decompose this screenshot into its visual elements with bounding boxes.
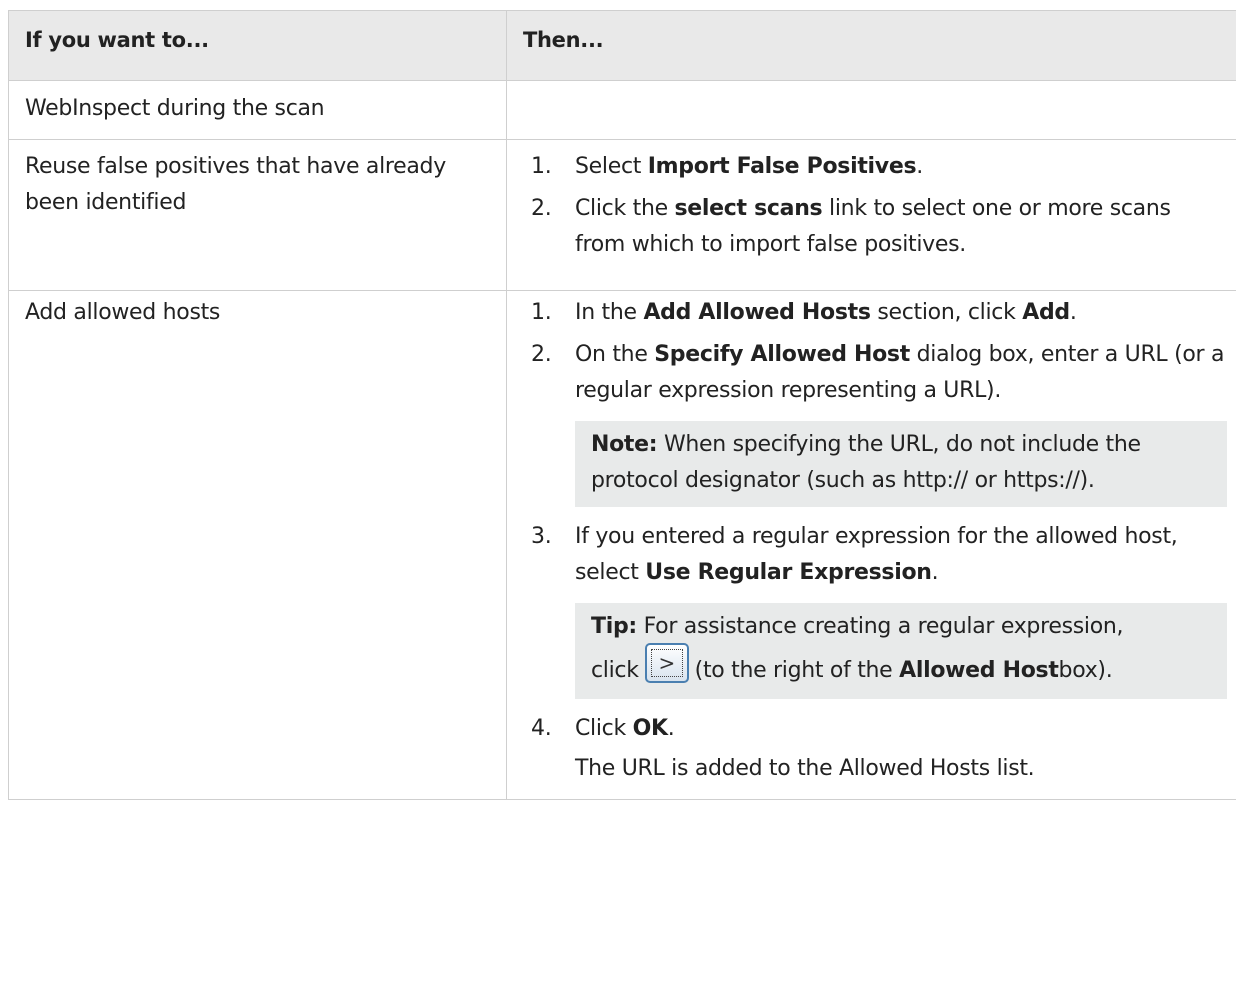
tip-label: Tip:	[591, 614, 637, 639]
ui-term: select scans	[674, 196, 823, 221]
step-number: 2.	[531, 196, 552, 221]
tip-line: click > (to the right of the Allowed Hos…	[591, 643, 1211, 691]
row-actions	[506, 80, 1236, 140]
step-item: 3. If you entered a regular expression fo…	[523, 519, 1227, 591]
step-text: .	[1069, 300, 1077, 325]
ui-term: Add Allowed Hosts	[643, 300, 871, 325]
steps-list: 1. Select Import False Positives. 2. Click…	[523, 149, 1227, 263]
step-number: 1.	[531, 300, 552, 325]
note-label: Note:	[591, 432, 658, 457]
step-item: 4. Click OK. The URL is added to the Allo…	[523, 711, 1227, 787]
steps-list: 3. If you entered a regular expression fo…	[523, 519, 1227, 591]
row-actions: 1. Select Import False Positives. 2. Click…	[506, 139, 1236, 291]
step-number: 1.	[531, 154, 552, 179]
ui-term: OK	[632, 716, 668, 741]
chevron-right-icon: >	[650, 649, 683, 677]
table-row: Reuse false positives that have already …	[8, 139, 1236, 291]
tip-box: Tip: For assistance creating a regular e…	[575, 603, 1227, 699]
ui-term: Specify Allowed Host	[654, 342, 910, 367]
note-box: Note: When specifying the URL, do not in…	[575, 421, 1227, 507]
ui-term: Import False Positives	[647, 154, 917, 179]
table-header-row: If you want to... Then...	[8, 10, 1236, 81]
step-text: Select	[575, 154, 648, 179]
ui-term: Add	[1022, 300, 1070, 325]
step-item: 2. Click the select scans link to select …	[523, 191, 1227, 263]
step-text: .	[916, 154, 923, 179]
step-item: 1. In the Add Allowed Hosts section, clic…	[523, 295, 1227, 331]
header-if-you-want-to: If you want to...	[8, 10, 507, 81]
step-number: 2.	[531, 342, 552, 367]
tip-line: Tip: For assistance creating a regular e…	[591, 609, 1211, 645]
step-text: Click the	[575, 196, 675, 221]
step-number: 3.	[531, 524, 552, 549]
step-text: .	[667, 716, 675, 741]
ui-term: Use Regular Expression	[645, 560, 932, 585]
step-text: In the	[575, 300, 644, 325]
row-goal: Add allowed hosts	[8, 290, 507, 800]
regex-editor-button-icon: >	[644, 643, 689, 683]
tip-text: box).	[1058, 658, 1113, 683]
tip-text: (to the right of the	[694, 658, 893, 683]
tip-text: For assistance creating a regular expres…	[636, 614, 1124, 639]
step-item: 2. On the Specify Allowed Host dialog box…	[523, 337, 1227, 409]
note-text: When specifying the URL, do not include …	[591, 432, 1141, 493]
tip-text: click	[591, 658, 639, 683]
step-item: 1. Select Import False Positives.	[523, 149, 1227, 185]
step-number: 4.	[531, 716, 552, 741]
step-text: On the	[575, 342, 655, 367]
ui-term: Allowed Host	[899, 658, 1059, 683]
row-goal: Reuse false positives that have already …	[8, 139, 507, 291]
step-text: Click	[575, 716, 633, 741]
header-then: Then...	[506, 10, 1236, 81]
step-text: .	[931, 560, 939, 585]
table-row: WebInspect during the scan	[8, 80, 1236, 140]
table-row: Add allowed hosts 1. In the Add Allowed H…	[8, 290, 1236, 800]
options-table: If you want to... Then... WebInspect dur…	[8, 10, 1236, 800]
row-goal: WebInspect during the scan	[8, 80, 507, 140]
step-text: section, click	[870, 300, 1023, 325]
steps-list: 1. In the Add Allowed Hosts section, clic…	[523, 295, 1227, 409]
result-text: The URL is added to the Allowed Hosts li…	[575, 756, 1035, 781]
row-actions: 1. In the Add Allowed Hosts section, clic…	[506, 290, 1236, 800]
steps-list: 4. Click OK. The URL is added to the Allo…	[523, 711, 1227, 787]
